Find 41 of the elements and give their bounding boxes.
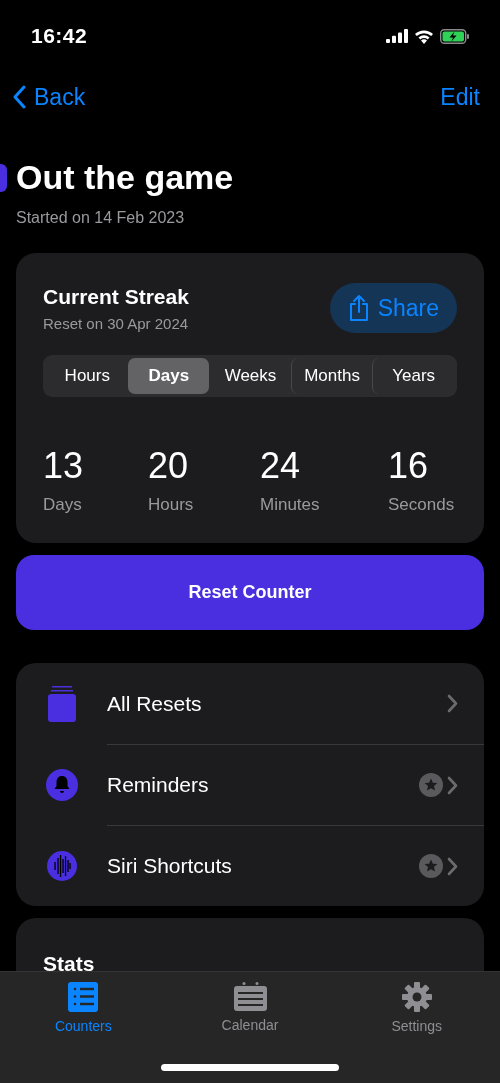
menu-item[interactable]: All Resets (107, 691, 447, 716)
reset-date: Reset on 30 Apr 2024 (43, 314, 189, 332)
battery-icon (440, 28, 470, 44)
menu-item[interactable]: Reminders (107, 773, 419, 797)
reset-counter-button[interactable]: Reset Counter (16, 555, 484, 630)
wifi-icon (414, 28, 434, 44)
count-unit: Minutes (260, 495, 321, 515)
waveform-icon (46, 850, 77, 881)
menu-item[interactable]: Siri Shortcuts (107, 854, 419, 878)
stack-icon (47, 685, 76, 722)
start-date: Started on 14 Feb 2023 (16, 209, 186, 227)
counter-title: Out the game (16, 158, 234, 197)
segment-tab[interactable]: Days (127, 358, 210, 394)
chevron-icon (447, 694, 458, 713)
title-marker (0, 163, 7, 192)
count-unit: Seconds (388, 495, 456, 515)
segment-tab[interactable]: Months (290, 358, 373, 394)
settings-icon (401, 982, 432, 1012)
chevron-icon (447, 775, 458, 795)
list-icon (68, 982, 99, 1012)
bell-icon (45, 768, 78, 801)
count-value: 24 (260, 445, 302, 487)
share-icon (347, 294, 370, 322)
segment-tab[interactable]: Hours (46, 358, 128, 394)
signal-icon (386, 29, 408, 43)
count-unit: Days (43, 495, 83, 515)
back-button[interactable]: Back (12, 83, 86, 111)
segment-tab[interactable]: Weeks (209, 358, 291, 394)
count-unit: Hours (148, 495, 195, 515)
count-value: 20 (148, 445, 190, 487)
count-value: 13 (43, 445, 85, 487)
tab-item[interactable]: Settings (333, 972, 500, 1044)
calendar-icon (233, 982, 267, 1011)
streak-title: Current Streak (43, 284, 189, 309)
status-time: 16:42 (31, 24, 88, 48)
edit-button[interactable]: Edit (440, 83, 480, 111)
tab-item[interactable]: Calendar (166, 972, 334, 1044)
segment-tab[interactable]: Years (372, 358, 454, 394)
chevron-icon (447, 856, 458, 876)
count-value: 16 (388, 445, 430, 487)
back-chevron-icon (12, 85, 26, 109)
